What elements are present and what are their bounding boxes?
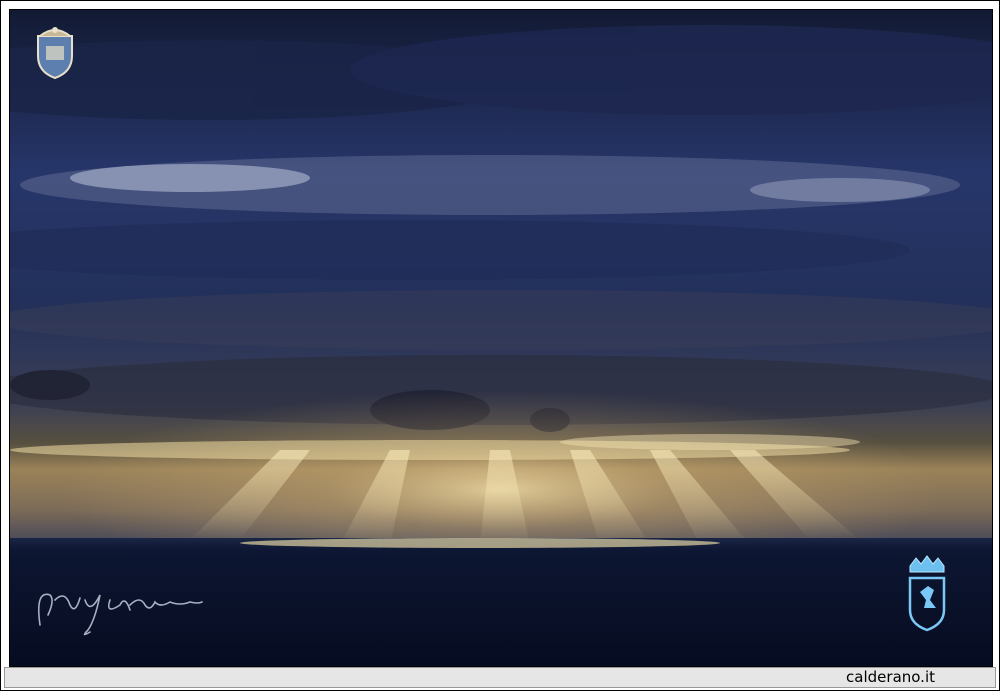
sea-reflection — [240, 538, 720, 548]
coat-of-arms-blue-logo — [902, 552, 952, 638]
photographer-signature — [30, 580, 210, 644]
footer-bar: calderano.it — [4, 667, 996, 688]
photo — [9, 9, 993, 667]
coat-of-arms-logo — [30, 22, 80, 86]
site-label[interactable]: calderano.it — [846, 668, 935, 687]
seascape-image — [10, 10, 992, 666]
lit-cloud-edge-right — [560, 434, 860, 450]
